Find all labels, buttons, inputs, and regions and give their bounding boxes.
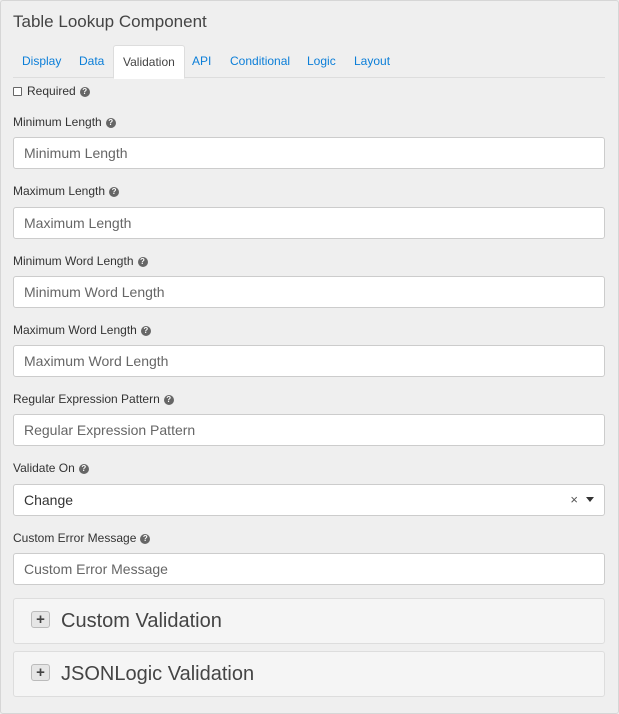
dialog-title: Table Lookup Component — [13, 12, 207, 31]
custom-validation-panel[interactable]: + Custom Validation — [13, 598, 605, 644]
help-icon[interactable]: ? — [78, 464, 89, 474]
help-icon[interactable]: ? — [140, 326, 151, 336]
jsonlogic-validation-panel[interactable]: + JSONLogic Validation — [13, 651, 605, 697]
validate-on-value: Change — [24, 492, 74, 508]
validate-on-select[interactable]: Change × — [13, 484, 605, 516]
validate-on-label: Validate On? — [13, 461, 89, 475]
custom-error-input[interactable]: Custom Error Message — [13, 553, 605, 585]
help-icon[interactable]: ? — [163, 395, 174, 405]
tab-data[interactable]: Data — [70, 45, 113, 78]
required-label: Required — [27, 84, 76, 98]
required-option: Required? — [13, 84, 90, 98]
settings-tabs: Display Data Validation API Conditional … — [13, 45, 605, 79]
tab-validation[interactable]: Validation — [113, 45, 185, 79]
regex-pattern-input[interactable]: Regular Expression Pattern — [13, 414, 605, 446]
min-word-length-input[interactable]: Minimum Word Length — [13, 276, 605, 308]
select-controls: × — [570, 485, 594, 515]
tab-display[interactable]: Display — [13, 45, 70, 78]
help-icon[interactable]: ? — [79, 87, 90, 97]
max-word-length-label: Maximum Word Length? — [13, 323, 151, 337]
clear-icon[interactable]: × — [570, 492, 578, 507]
max-length-label: Maximum Length? — [13, 184, 120, 198]
caret-down-icon[interactable] — [586, 497, 594, 502]
max-word-length-input[interactable]: Maximum Word Length — [13, 345, 605, 377]
tab-conditional[interactable]: Conditional — [221, 45, 299, 78]
help-icon[interactable]: ? — [105, 118, 116, 128]
tab-layout[interactable]: Layout — [345, 45, 399, 78]
min-length-label: Minimum Length? — [13, 115, 116, 129]
plus-icon[interactable]: + — [31, 664, 50, 681]
component-settings-panel: Table Lookup Component Display Data Vali… — [0, 0, 619, 714]
help-icon[interactable]: ? — [109, 187, 120, 197]
tab-api[interactable]: API — [183, 45, 220, 78]
custom-error-label: Custom Error Message? — [13, 531, 151, 545]
tab-logic[interactable]: Logic — [298, 45, 345, 78]
max-length-input[interactable]: Maximum Length — [13, 207, 605, 239]
regex-pattern-label: Regular Expression Pattern? — [13, 392, 174, 406]
jsonlogic-validation-title[interactable]: JSONLogic Validation — [61, 663, 254, 686]
min-word-length-label: Minimum Word Length? — [13, 254, 148, 268]
custom-validation-title[interactable]: Custom Validation — [61, 610, 222, 633]
help-icon[interactable]: ? — [140, 534, 151, 544]
plus-icon[interactable]: + — [31, 611, 50, 628]
help-icon[interactable]: ? — [137, 257, 148, 267]
required-checkbox[interactable] — [13, 87, 22, 96]
min-length-input[interactable]: Minimum Length — [13, 137, 605, 169]
